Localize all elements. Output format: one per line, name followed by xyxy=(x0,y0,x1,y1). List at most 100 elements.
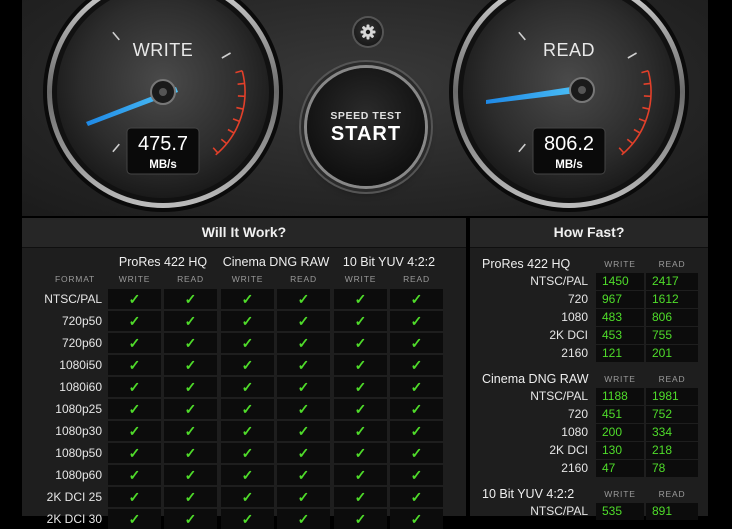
check-mark-cell: ✓ xyxy=(108,377,161,397)
check-mark-cell: ✓ xyxy=(390,311,443,331)
speed-read-header: READ xyxy=(646,257,698,271)
format-label: 1080p25 xyxy=(22,399,102,419)
check-mark-cell: ✓ xyxy=(164,443,217,463)
check-mark-cell: ✓ xyxy=(108,311,161,331)
write-speed-value: 475.7 xyxy=(138,133,188,155)
speed-read-header: READ xyxy=(646,487,698,501)
format-label: 2K DCI 30 xyxy=(22,509,102,529)
read-gauge: READ 806.2 MB/s xyxy=(449,0,689,212)
check-mark-cell: ✓ xyxy=(108,399,161,419)
check-mark-cell: ✓ xyxy=(221,509,274,529)
format-label: 1080i60 xyxy=(22,377,102,397)
check-mark-cell: ✓ xyxy=(277,311,330,331)
check-mark-cell: ✓ xyxy=(164,465,217,485)
speed-format-label: 2160 xyxy=(470,345,588,362)
check-mark-cell: ✓ xyxy=(221,355,274,375)
how-fast-panel: How Fast? ProRes 422 HQWRITEREADNTSC/PAL… xyxy=(470,218,708,516)
read-column-header: READ xyxy=(277,273,330,285)
format-label: 1080p50 xyxy=(22,443,102,463)
read-speed-value: 806.2 xyxy=(544,133,594,155)
check-mark-cell: ✓ xyxy=(164,311,217,331)
read-speed-cell: 755 xyxy=(646,327,698,344)
check-mark-cell: ✓ xyxy=(390,421,443,441)
write-speed-cell: 1188 xyxy=(596,388,644,405)
format-column-header: FORMAT xyxy=(48,273,102,285)
read-speed-cell: 78 xyxy=(646,460,698,477)
write-gauge-title: WRITE xyxy=(133,40,194,60)
write-speed-cell: 121 xyxy=(596,345,644,362)
write-column-header: WRITE xyxy=(334,273,387,285)
write-speed-unit: MB/s xyxy=(149,159,176,171)
speed-format-label: NTSC/PAL xyxy=(470,273,588,290)
write-speed-cell: 130 xyxy=(596,442,644,459)
read-column-header: READ xyxy=(164,273,217,285)
read-speed-cell: 334 xyxy=(646,424,698,441)
gauge-redline-tick xyxy=(644,83,651,84)
check-mark-cell: ✓ xyxy=(164,399,217,419)
codec-header: Cinema DNG RAW xyxy=(221,254,331,270)
check-mark-cell: ✓ xyxy=(334,311,387,331)
read-speed-cell: 218 xyxy=(646,442,698,459)
write-speed-cell: 200 xyxy=(596,424,644,441)
write-speed-cell: 451 xyxy=(596,406,644,423)
check-mark-cell: ✓ xyxy=(108,487,161,507)
how-fast-title: How Fast? xyxy=(470,218,708,248)
read-speed-cell: 891 xyxy=(646,503,698,520)
start-button-caption: SPEED TEST xyxy=(307,110,425,122)
format-label: 2K DCI 25 xyxy=(22,487,102,507)
speed-format-label: 2160 xyxy=(470,460,588,477)
check-mark-cell: ✓ xyxy=(390,333,443,353)
write-speed-cell: 967 xyxy=(596,291,644,308)
write-speed-cell: 483 xyxy=(596,309,644,326)
speed-write-header: WRITE xyxy=(596,487,644,501)
gauge-redline-tick xyxy=(238,83,245,84)
check-mark-cell: ✓ xyxy=(334,355,387,375)
read-speed-cell: 201 xyxy=(646,345,698,362)
speed-group-codec: Cinema DNG RAW xyxy=(482,370,600,388)
check-mark-cell: ✓ xyxy=(164,289,217,309)
check-mark-cell: ✓ xyxy=(334,289,387,309)
format-label: 1080i50 xyxy=(22,355,102,375)
check-mark-cell: ✓ xyxy=(390,465,443,485)
check-mark-cell: ✓ xyxy=(277,377,330,397)
read-speed-cell: 2417 xyxy=(646,273,698,290)
read-speed-cell: 1612 xyxy=(646,291,698,308)
codec-header: 10 Bit YUV 4:2:2 xyxy=(334,254,444,270)
check-mark-cell: ✓ xyxy=(277,421,330,441)
check-mark-cell: ✓ xyxy=(334,443,387,463)
write-column-header: WRITE xyxy=(108,273,161,285)
start-speed-test-button[interactable]: SPEED TEST START xyxy=(307,68,425,186)
speed-write-header: WRITE xyxy=(596,257,644,271)
read-speed-cell: 806 xyxy=(646,309,698,326)
check-mark-cell: ✓ xyxy=(108,421,161,441)
check-mark-cell: ✓ xyxy=(334,509,387,529)
check-mark-cell: ✓ xyxy=(390,355,443,375)
check-mark-cell: ✓ xyxy=(334,377,387,397)
will-it-work-title: Will It Work? xyxy=(22,218,466,248)
format-label: 1080p30 xyxy=(22,421,102,441)
check-mark-cell: ✓ xyxy=(277,289,330,309)
gear-icon xyxy=(354,18,382,46)
check-mark-cell: ✓ xyxy=(277,487,330,507)
check-mark-cell: ✓ xyxy=(334,487,387,507)
check-mark-cell: ✓ xyxy=(164,355,217,375)
check-mark-cell: ✓ xyxy=(277,443,330,463)
check-mark-cell: ✓ xyxy=(164,333,217,353)
check-mark-cell: ✓ xyxy=(221,311,274,331)
speed-write-header: WRITE xyxy=(596,372,644,386)
will-it-work-panel: Will It Work? ProRes 422 HQCinema DNG RA… xyxy=(22,218,466,516)
check-mark-cell: ✓ xyxy=(108,443,161,463)
check-mark-cell: ✓ xyxy=(221,289,274,309)
speed-group-codec: 10 Bit YUV 4:2:2 xyxy=(482,485,600,503)
check-mark-cell: ✓ xyxy=(108,289,161,309)
check-mark-cell: ✓ xyxy=(390,377,443,397)
write-speed-cell: 1450 xyxy=(596,273,644,290)
settings-button[interactable] xyxy=(354,18,382,46)
read-speed-cell: 752 xyxy=(646,406,698,423)
speed-format-label: 2K DCI xyxy=(470,442,588,459)
speed-read-header: READ xyxy=(646,372,698,386)
check-mark-cell: ✓ xyxy=(221,377,274,397)
read-column-header: READ xyxy=(390,273,443,285)
check-mark-cell: ✓ xyxy=(164,487,217,507)
check-mark-cell: ✓ xyxy=(277,333,330,353)
